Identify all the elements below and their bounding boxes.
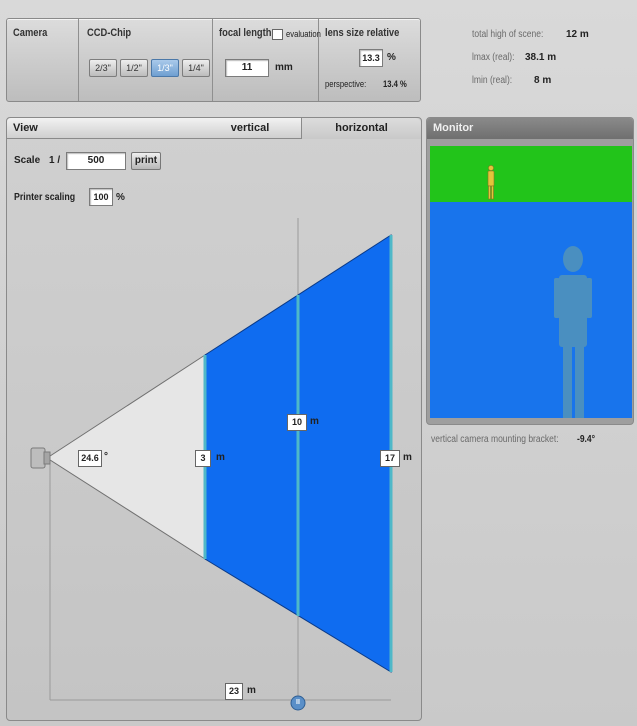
focal-length-label: focal length xyxy=(219,27,272,39)
focal-length-input[interactable]: 11 xyxy=(225,59,269,77)
camera-toolbar: Camera CCD-Chip 2/3" 1/2" 1/3" 1/4" foca… xyxy=(6,18,421,102)
total-high-label: total high of scene: xyxy=(472,29,544,40)
sky-area xyxy=(430,146,632,202)
ground-area xyxy=(430,202,632,418)
total-high-value: 12 m xyxy=(566,29,589,40)
evaluation-label: evaluation xyxy=(286,29,321,39)
near-width-value: 3 xyxy=(195,450,211,467)
perspective-value: 13.4 % xyxy=(383,79,407,89)
distance-unit: m xyxy=(247,685,256,696)
monitor-panel: Monitor xyxy=(426,117,634,425)
monitor-label: Monitor xyxy=(433,122,474,134)
camera-label: Camera xyxy=(13,27,48,39)
lens-size-label: lens size relative xyxy=(325,27,400,39)
ccd-option-2-3-button[interactable]: 2/3" xyxy=(89,59,117,77)
lens-section: lens size relative 13.3 % perspective: 1… xyxy=(319,19,422,101)
lens-size-unit: % xyxy=(387,52,396,63)
distance-value: 23 xyxy=(225,683,243,700)
distance-handle[interactable]: II xyxy=(293,697,303,709)
mid-width-unit: m xyxy=(310,416,319,427)
lens-size-value: 13.3 xyxy=(359,49,383,67)
ccd-label: CCD-Chip xyxy=(87,27,132,39)
ccd-section: CCD-Chip 2/3" 1/2" 1/3" 1/4" xyxy=(79,19,213,101)
lmin-value: 8 m xyxy=(534,75,552,86)
lmin-label: lmin (real): xyxy=(472,75,513,86)
monitor-view xyxy=(430,146,632,418)
mounting-bracket-label: vertical camera mounting bracket: xyxy=(431,434,559,445)
camera-section: Camera xyxy=(7,19,79,101)
angle-unit: ° xyxy=(104,451,108,462)
near-zone-triangle xyxy=(46,354,206,560)
focal-section: focal length evaluation 11 mm xyxy=(213,19,321,101)
view-panel: View vertical horizontal Scale 1 / 500 p… xyxy=(6,117,422,721)
near-width-unit: m xyxy=(216,452,225,463)
focal-length-unit: mm xyxy=(275,62,293,73)
mid-width-value: 10 xyxy=(287,414,307,431)
ccd-option-1-2-button[interactable]: 1/2" xyxy=(120,59,148,77)
ccd-option-1-4-button[interactable]: 1/4" xyxy=(182,59,210,77)
angle-value: 24.6 xyxy=(78,450,102,467)
lmax-value: 38.1 m xyxy=(525,52,557,63)
lmax-label: lmax (real): xyxy=(472,52,515,63)
perspective-label: perspective: xyxy=(325,79,367,89)
field-of-view-diagram xyxy=(30,218,393,711)
mounting-bracket-value: -9.4° xyxy=(577,434,596,445)
evaluation-checkbox[interactable] xyxy=(272,29,283,40)
camera-icon xyxy=(30,447,51,469)
far-width-value: 17 xyxy=(380,450,400,467)
ccd-option-1-3-button[interactable]: 1/3" xyxy=(151,59,179,77)
monitor-header: Monitor xyxy=(427,118,633,139)
far-width-unit: m xyxy=(403,452,412,463)
